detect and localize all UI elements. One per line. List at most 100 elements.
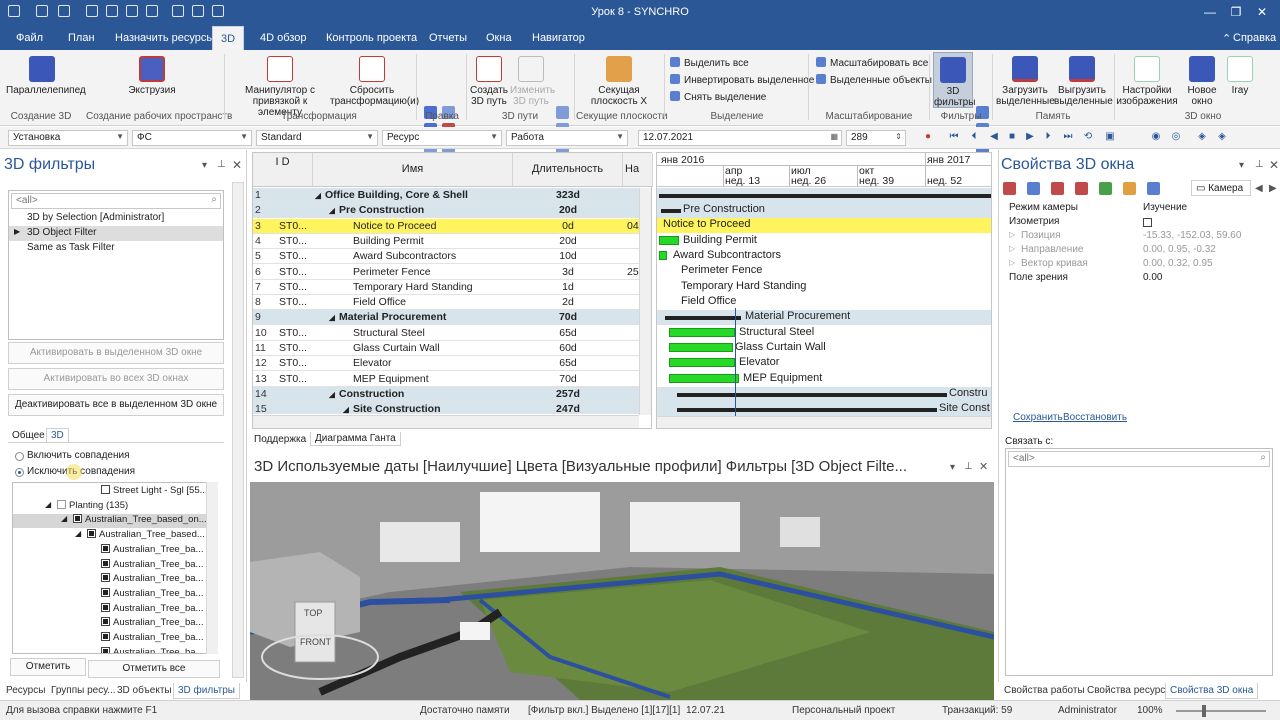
tab-3d-filters[interactable]: 3D фильтры (173, 683, 240, 699)
exclude-radio[interactable] (15, 468, 24, 477)
counter-field[interactable]: 289 ⇕ (846, 130, 906, 146)
navcube-front-label[interactable]: FRONT (300, 637, 331, 647)
section-plane-button[interactable]: Секущая плоскость X (584, 56, 654, 107)
collapse-icon[interactable]: ◢ (329, 206, 335, 215)
gantt-hscrollbar[interactable] (657, 416, 991, 428)
tree-checkbox[interactable] (101, 617, 110, 627)
table-row[interactable]: 3 ST0... Notice to Proceed 0d 04 (253, 218, 639, 234)
help-menu[interactable]: Справка (1233, 32, 1276, 44)
property-value[interactable]: 0.00, 0.32, 0.95 (1143, 258, 1213, 269)
step-back-icon[interactable]: ⏴ (968, 131, 980, 143)
invert-selection-button[interactable]: Инвертировать выделенное (670, 74, 814, 86)
pin-icon[interactable]: ⊥ (1255, 159, 1264, 170)
table-row[interactable]: 1 ◢ Office Building, Core & Shell 323d (253, 188, 639, 203)
tab-support[interactable]: Поддержка (254, 434, 306, 445)
task-bar[interactable] (669, 328, 735, 337)
stop-icon[interactable]: ■ (1006, 131, 1018, 143)
loop-icon[interactable]: ⟲ (1082, 131, 1094, 143)
link-search-input[interactable]: <all> ⌕ (1008, 451, 1270, 467)
table-row[interactable]: 6 ST0... Perimeter Fence 3d 25 (253, 265, 639, 280)
tree-item[interactable]: ◢ Planting (135) (13, 499, 207, 514)
expand-arrow-icon[interactable]: ◢ (75, 529, 81, 538)
task-bar[interactable] (659, 251, 667, 260)
grid-tab-icon[interactable] (1147, 182, 1160, 195)
tab-windows[interactable]: Окна (486, 32, 512, 44)
expand-arrow-icon[interactable]: ▷ (1009, 230, 1015, 239)
filter-item-selected[interactable]: ▶ 3D Object Filter (9, 226, 223, 241)
load-selected-button[interactable]: Загрузить выделенные (996, 56, 1055, 107)
tree-item[interactable]: Australian_Tree_ba... (13, 573, 207, 587)
grid-hscrollbar[interactable] (253, 415, 639, 428)
view-icon[interactable]: ◈ (1216, 131, 1228, 143)
iray-button[interactable]: Iray (1226, 56, 1254, 96)
date-field[interactable]: 12.07.2021 ▦ (638, 130, 842, 146)
tab-task-properties[interactable]: Свойства работы (1000, 683, 1089, 699)
navcube-top-label[interactable]: TOP (304, 608, 322, 618)
tree-item[interactable]: Australian_Tree_ba... (13, 543, 207, 558)
grid-scrollbar[interactable] (639, 188, 651, 415)
color-tab-icon[interactable] (1075, 182, 1088, 195)
pin-icon[interactable]: ⊥ (217, 159, 226, 170)
tab-4d-review[interactable]: 4D обзор (260, 32, 306, 44)
close-icon[interactable]: ✕ (232, 158, 242, 172)
tree-checkbox[interactable] (73, 514, 82, 524)
expand-arrow-icon[interactable]: ▶ (14, 227, 20, 236)
tab-assign-resources[interactable]: Назначить ресурсы (115, 32, 214, 44)
collapse-icon[interactable]: ◢ (315, 191, 321, 200)
zoom-selected-button[interactable]: Выделенные объекты (816, 74, 932, 86)
restore-link[interactable]: Восстановить (1063, 412, 1127, 423)
property-value[interactable]: -15.33, -152.03, 59.60 (1143, 230, 1241, 241)
tree-checkbox[interactable] (101, 587, 110, 597)
table-row[interactable]: 4 ST0... Building Permit 20d (253, 234, 639, 249)
3d-filters-button[interactable]: 3D фильтры (933, 52, 975, 108)
zoom-slider-thumb[interactable] (1202, 705, 1206, 717)
table-row[interactable]: 15 ◢ Site Construction 247d (253, 402, 639, 414)
table-row[interactable]: 5 ST0... Award Subcontractors 10d (253, 249, 639, 265)
list-tab-icon[interactable] (1027, 182, 1040, 195)
resource-select[interactable]: Ресурс ▼ (382, 130, 502, 146)
tab-gantt[interactable]: Диаграмма Ганта (310, 432, 401, 446)
filter-item[interactable]: 3D by Selection [Administrator] (9, 211, 223, 226)
tab-next-icon[interactable]: ▶ (1269, 183, 1277, 194)
save-link[interactable]: Сохранить (1013, 412, 1063, 423)
tree-checkbox[interactable] (101, 485, 110, 494)
task-bar[interactable] (669, 358, 735, 367)
activate-all-button[interactable]: Активировать во всех 3D окнах (8, 368, 224, 390)
tree-item[interactable]: Street Light - Sgl [55... (13, 485, 208, 499)
table-row[interactable]: 12 ST0... Elevator 65d (253, 356, 639, 372)
tree-item[interactable]: Australian_Tree_ba... (13, 587, 207, 602)
playback-mode-icon[interactable]: ▣ (1104, 131, 1116, 143)
tree-item[interactable]: ◢ Australian_Tree_based... (13, 529, 207, 543)
filter-item[interactable]: Same as Task Filter (9, 241, 223, 256)
table-row[interactable]: 7 ST0... Temporary Hard Standing 1d (253, 280, 639, 295)
tab-file[interactable]: Файл (16, 32, 43, 44)
table-row[interactable]: 9 ◢ Material Procurement 70d (253, 310, 639, 326)
collapse-icon[interactable]: ◢ (329, 390, 335, 399)
minimize-icon[interactable]: — (1200, 3, 1220, 21)
record-icon[interactable]: ● (922, 131, 934, 143)
table-row[interactable]: 2 ◢ Pre Construction 20d (253, 203, 639, 219)
tab-general[interactable]: Общее (12, 430, 45, 441)
collapse-icon[interactable]: ◢ (329, 313, 335, 322)
last-icon[interactable]: ⏭ (1062, 131, 1074, 143)
light-tab-icon[interactable] (1123, 182, 1136, 195)
expand-arrow-icon[interactable]: ▷ (1009, 244, 1015, 253)
col-header-start[interactable]: На (623, 153, 653, 187)
reset-transform-button[interactable]: Сбросить трансформацию(и) (330, 56, 419, 107)
panel-scrollbar[interactable] (232, 182, 244, 678)
zoom-slider[interactable] (1176, 710, 1266, 712)
first-icon[interactable]: ⏮ (948, 131, 960, 143)
tab-3d-objects[interactable]: 3D объекты (113, 683, 176, 699)
extrude-button[interactable]: Экструзия (120, 56, 184, 96)
tab-resources[interactable]: Ресурсы (2, 683, 49, 699)
expand-arrow-icon[interactable]: ◢ (61, 514, 67, 523)
mark-all-button[interactable]: Отметить все (88, 660, 220, 678)
col-header-id[interactable]: I D (253, 153, 313, 187)
new-window-button[interactable]: Новое окно (1180, 56, 1224, 107)
tab-plan[interactable]: План (68, 32, 95, 44)
expand-arrow-icon[interactable]: ▷ (1009, 258, 1015, 267)
table-row[interactable]: 10 ST0... Structural Steel 65d (253, 326, 639, 341)
pin-icon[interactable]: ⊥ (964, 461, 973, 472)
property-value[interactable]: 0.00 (1143, 272, 1162, 283)
close-view-icon[interactable]: ✕ (979, 460, 988, 473)
